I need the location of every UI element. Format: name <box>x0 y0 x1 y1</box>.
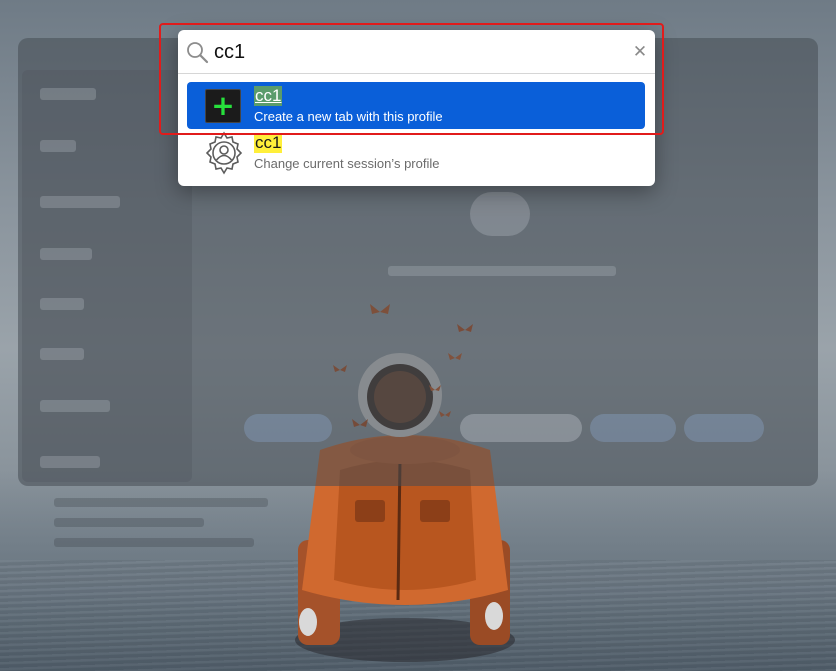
background-sidebar-item <box>40 400 110 412</box>
result-new-tab-with-profile[interactable]: + cc1 Create a new tab with this profile <box>187 82 645 129</box>
result-subtitle: Create a new tab with this profile <box>254 109 443 124</box>
background-button <box>244 414 332 442</box>
background-sidebar <box>22 70 192 482</box>
background-button <box>460 414 582 442</box>
result-subtitle: Change current session’s profile <box>254 156 440 171</box>
search-input[interactable] <box>214 38 614 66</box>
result-title: cc1 <box>254 86 283 106</box>
background-note <box>54 518 204 527</box>
background-sidebar-item <box>40 196 120 208</box>
profile-command-palette: ✕ + cc1 Create a new tab with this profi… <box>178 30 655 186</box>
background-sidebar-item <box>40 298 84 310</box>
background-sidebar-item <box>40 140 76 152</box>
search-row: ✕ <box>178 30 655 74</box>
gear-icon <box>205 131 243 175</box>
background-sidebar-item <box>40 456 100 468</box>
background-sidebar-item <box>40 88 96 100</box>
background-upload-icon <box>470 192 530 236</box>
background-sidebar-item <box>40 248 92 260</box>
background-note <box>54 498 268 507</box>
background-button <box>590 414 676 442</box>
background-sidebar-item <box>40 348 84 360</box>
background-text <box>388 266 616 276</box>
background-note <box>54 538 254 547</box>
close-icon[interactable]: ✕ <box>631 43 649 61</box>
background-button <box>684 414 764 442</box>
result-title: cc1 <box>254 133 283 153</box>
plus-icon: + <box>205 89 241 123</box>
result-change-session-profile[interactable]: cc1 Change current session’s profile <box>187 129 645 176</box>
search-icon <box>187 42 209 64</box>
